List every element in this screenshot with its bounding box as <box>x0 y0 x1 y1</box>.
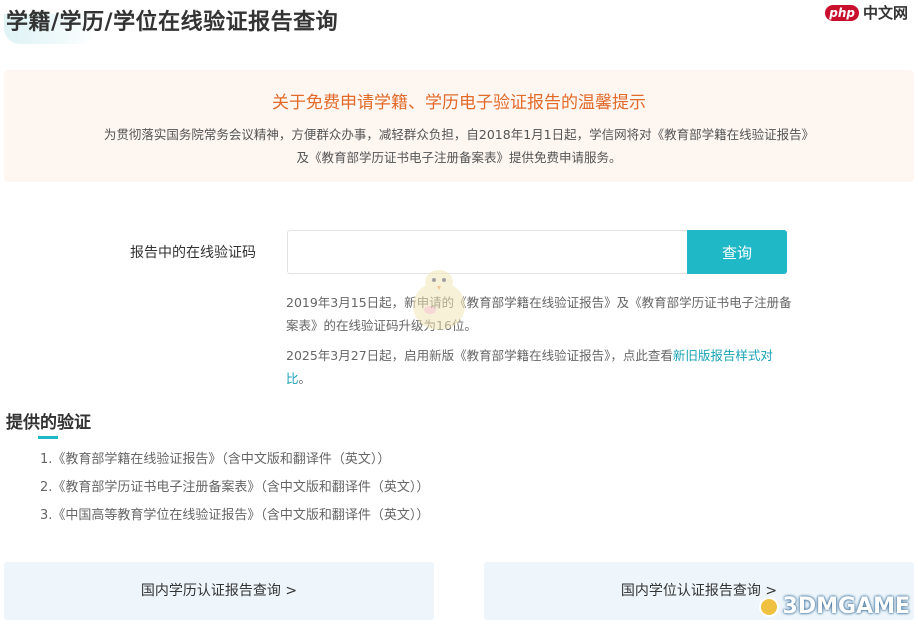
php-logo-text: 中文网 <box>862 4 908 22</box>
page-header: 学籍/学历/学位在线验证报告查询 <box>0 0 420 46</box>
domestic-degree-cert-link[interactable]: 国内学历认证报告查询 > <box>4 562 434 620</box>
php-watermark: php 中文网 <box>825 2 908 23</box>
hint-new-version-prefix: 2025年3月27日起，启用新版《教育部学籍在线验证报告》，点此查看 <box>286 348 673 363</box>
notice-banner: 关于免费申请学籍、学历电子验证报告的温馨提示 为贯彻落实国务院常务会议精神，方便… <box>4 70 914 182</box>
hint-new-version-suffix: 。 <box>298 371 312 386</box>
hint-new-version: 2025年3月27日起，启用新版《教育部学籍在线验证报告》，点此查看新旧版报告样… <box>286 344 796 390</box>
code-label: 报告中的在线验证码 <box>130 245 256 261</box>
section-underline <box>38 436 58 439</box>
verification-code-input[interactable] <box>287 230 689 274</box>
page-title: 学籍/学历/学位在线验证报告查询 <box>6 10 339 35</box>
php-logo-badge: php <box>825 4 859 21</box>
query-button[interactable]: 查询 <box>687 230 787 274</box>
3dm-logo-text: 3DMGAME <box>782 594 910 619</box>
provided-section-title: 提供的验证 <box>6 413 91 433</box>
3dm-logo-icon <box>758 596 779 617</box>
notice-body: 为贯彻落实国务院常务会议精神，方便群众办事，减轻群众负担，自2018年1月1日起… <box>103 127 815 165</box>
list-item: 1.《教育部学籍在线验证报告》（含中文版和翻译件（英文）） <box>40 452 391 467</box>
provided-list: 1.《教育部学籍在线验证报告》（含中文版和翻译件（英文）） 2.《教育部学历证书… <box>40 448 429 532</box>
mascot-watermark-icon <box>413 270 465 330</box>
3dm-watermark: 3DMGAME <box>758 594 910 619</box>
hint-code-upgrade: 2019年3月15日起，新申请的《教育部学籍在线验证报告》及《教育部学历证书电子… <box>286 295 792 333</box>
notice-title: 关于免费申请学籍、学历电子验证报告的温馨提示 <box>272 93 646 113</box>
list-item: 2.《教育部学历证书电子注册备案表》（含中文版和翻译件（英文）） <box>40 480 430 495</box>
list-item: 3.《中国高等教育学位在线验证报告》（含中文版和翻译件（英文）） <box>40 508 430 523</box>
